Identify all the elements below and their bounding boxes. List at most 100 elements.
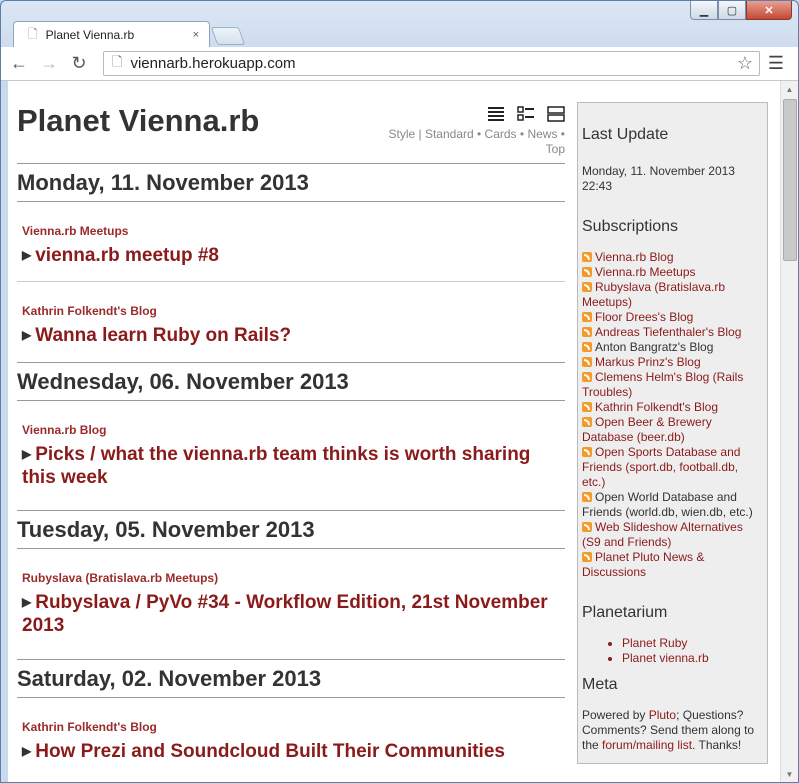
tab-title: Planet Vienna.rb (45, 28, 135, 42)
rss-feed-icon[interactable] (582, 552, 592, 562)
rss-feed-icon[interactable] (582, 417, 592, 427)
subscription-item[interactable]: Markus Prinz's Blog (582, 355, 763, 370)
rss-feed-icon[interactable] (582, 492, 592, 502)
url-text[interactable]: viennarb.herokuapp.com (130, 55, 736, 72)
style-top-link[interactable]: Top (546, 142, 565, 156)
news-view-icon[interactable] (547, 105, 565, 123)
cards-view-icon[interactable] (517, 105, 535, 123)
rss-feed-icon[interactable] (582, 372, 592, 382)
post-title[interactable]: ▶ Picks / what the vienna.rb team thinks … (22, 443, 565, 489)
minimize-button[interactable]: ▁ (690, 1, 718, 20)
last-update-value: Monday, 11. November 2013 22:43 (582, 164, 735, 193)
address-bar[interactable]: 🗋 viennarb.herokuapp.com ☆ (103, 51, 760, 76)
reload-icon[interactable]: ↻ (67, 52, 91, 76)
style-standard-link[interactable]: Standard (425, 127, 474, 141)
rss-feed-icon[interactable] (582, 402, 592, 412)
day-heading: Monday, 11. November 2013 (17, 163, 565, 202)
maximize-button[interactable]: ▢ (718, 1, 746, 20)
scroll-up-icon[interactable]: ▲ (781, 81, 798, 97)
page-viewport: Planet Vienna.rb Style | Standard • Card… (8, 81, 798, 782)
expand-triangle-icon[interactable]: ▶ (22, 328, 31, 342)
feed-name[interactable]: Rubyslava (Bratislava.rb Meetups) (22, 571, 565, 585)
style-links: Style | Standard • Cards • News • Top (388, 127, 565, 156)
day-section: Wednesday, 06. November 2013 Vienna.rb B… (17, 362, 565, 489)
subscription-item[interactable]: Open Sports Database and Friends (sport.… (582, 445, 763, 490)
close-window-button[interactable]: ✕ (746, 1, 792, 20)
day-section: Saturday, 02. November 2013 Kathrin Folk… (17, 659, 565, 763)
forum-link[interactable]: forum/mailing list (602, 738, 692, 752)
subscription-item[interactable]: Clemens Helm's Blog (Rails Troubles) (582, 370, 763, 400)
rss-feed-icon[interactable] (582, 357, 592, 367)
subscription-item[interactable]: Open World Database and Friends (world.d… (582, 490, 763, 520)
subscription-item[interactable]: Kathrin Folkendt's Blog (582, 400, 763, 415)
feed-name[interactable]: Vienna.rb Blog (22, 423, 565, 437)
scrollbar-thumb[interactable] (783, 99, 797, 261)
day-section: Tuesday, 05. November 2013 Rubyslava (Br… (17, 510, 565, 637)
style-label: Style (388, 127, 416, 141)
meta-heading: Meta (582, 676, 618, 693)
day-section: Monday, 11. November 2013 Vienna.rb Meet… (17, 163, 565, 347)
post-title[interactable]: ▶ Wanna learn Ruby on Rails? (22, 324, 565, 347)
rss-feed-icon[interactable] (582, 252, 592, 262)
last-update-heading: Last Update (582, 126, 669, 143)
subscription-item[interactable]: Vienna.rb Meetups (582, 265, 763, 280)
bookmark-star-icon[interactable]: ☆ (737, 53, 753, 74)
post-title[interactable]: ▶ Rubyslava / PyVo #34 - Workflow Edition… (22, 591, 565, 637)
rss-feed-icon[interactable] (582, 282, 592, 292)
window-controls: ▁ ▢ ✕ (690, 1, 792, 20)
subscription-item[interactable]: Web Slideshow Alternatives (S9 and Frien… (582, 520, 763, 550)
browser-tab[interactable]: 🗋 Planet Vienna.rb × (13, 21, 210, 48)
expand-triangle-icon[interactable]: ▶ (22, 248, 31, 262)
rss-feed-icon[interactable] (582, 267, 592, 277)
list-view-icon[interactable] (487, 105, 505, 123)
rss-feed-icon[interactable] (582, 522, 592, 532)
page-icon: 🗋 (28, 26, 38, 41)
feed-name[interactable]: Kathrin Folkendt's Blog (22, 720, 565, 734)
menu-icon[interactable]: ☰ (768, 53, 784, 74)
day-heading: Saturday, 02. November 2013 (17, 659, 565, 698)
view-switcher: Style | Standard • Cards • News • Top (375, 105, 565, 157)
sidebar: Last Update Monday, 11. November 2013 22… (577, 102, 768, 764)
post-title[interactable]: ▶ vienna.rb meetup #8 (22, 244, 565, 267)
scroll-down-icon[interactable]: ▼ (781, 766, 798, 782)
vertical-scrollbar[interactable]: ▲ ▼ (780, 81, 798, 782)
page-icon: 🗋 (112, 53, 123, 69)
page-title: Planet Vienna.rb (17, 103, 260, 138)
tab-close-icon[interactable]: × (193, 29, 199, 41)
expand-triangle-icon[interactable]: ▶ (22, 744, 31, 758)
subscription-item[interactable]: Andreas Tiefenthaler's Blog (582, 325, 763, 340)
post-title[interactable]: ▶ How Prezi and Soundcloud Built Their Co… (22, 740, 565, 763)
planetarium-link[interactable]: Planet vienna.rb (622, 651, 763, 666)
browser-window: ▁ ▢ ✕ 🗋 Planet Vienna.rb × ← → ↻ 🗋 vienn… (0, 0, 799, 783)
pluto-link[interactable]: Pluto (649, 708, 676, 722)
back-icon[interactable]: ← (7, 52, 31, 76)
feed-name[interactable]: Vienna.rb Meetups (22, 224, 565, 238)
day-heading: Tuesday, 05. November 2013 (17, 510, 565, 549)
rss-feed-icon[interactable] (582, 342, 592, 352)
subscription-item[interactable]: Open Beer & Brewery Database (beer.db) (582, 415, 763, 445)
planetarium-heading: Planetarium (582, 604, 668, 621)
post-divider (17, 281, 565, 282)
day-heading: Wednesday, 06. November 2013 (17, 362, 565, 401)
subscription-item[interactable]: Vienna.rb Blog (582, 250, 763, 265)
style-cards-link[interactable]: Cards (485, 127, 517, 141)
expand-triangle-icon[interactable]: ▶ (22, 595, 31, 609)
new-tab-button[interactable] (210, 27, 246, 45)
subscriptions-list: Vienna.rb Blog Vienna.rb Meetups Rubysla… (582, 250, 763, 580)
subscription-item[interactable]: Floor Drees's Blog (582, 310, 763, 325)
subscriptions-heading: Subscriptions (582, 218, 679, 235)
meta-text: Powered by Pluto; Questions? Comments? S… (582, 708, 755, 752)
style-news-link[interactable]: News (527, 127, 557, 141)
browser-toolbar: ← → ↻ 🗋 viennarb.herokuapp.com ☆ ☰ (1, 47, 798, 81)
feed-name[interactable]: Kathrin Folkendt's Blog (22, 304, 565, 318)
forward-icon[interactable]: → (37, 52, 61, 76)
subscription-item[interactable]: Anton Bangratz's Blog (582, 340, 763, 355)
rss-feed-icon[interactable] (582, 327, 592, 337)
subscription-item[interactable]: Planet Pluto News & Discussions (582, 550, 763, 580)
planetarium-link[interactable]: Planet Ruby (622, 636, 763, 651)
expand-triangle-icon[interactable]: ▶ (22, 447, 31, 461)
rss-feed-icon[interactable] (582, 447, 592, 457)
planetarium-list: Planet Ruby Planet vienna.rb (582, 636, 763, 666)
rss-feed-icon[interactable] (582, 312, 592, 322)
subscription-item[interactable]: Rubyslava (Bratislava.rb Meetups) (582, 280, 763, 310)
